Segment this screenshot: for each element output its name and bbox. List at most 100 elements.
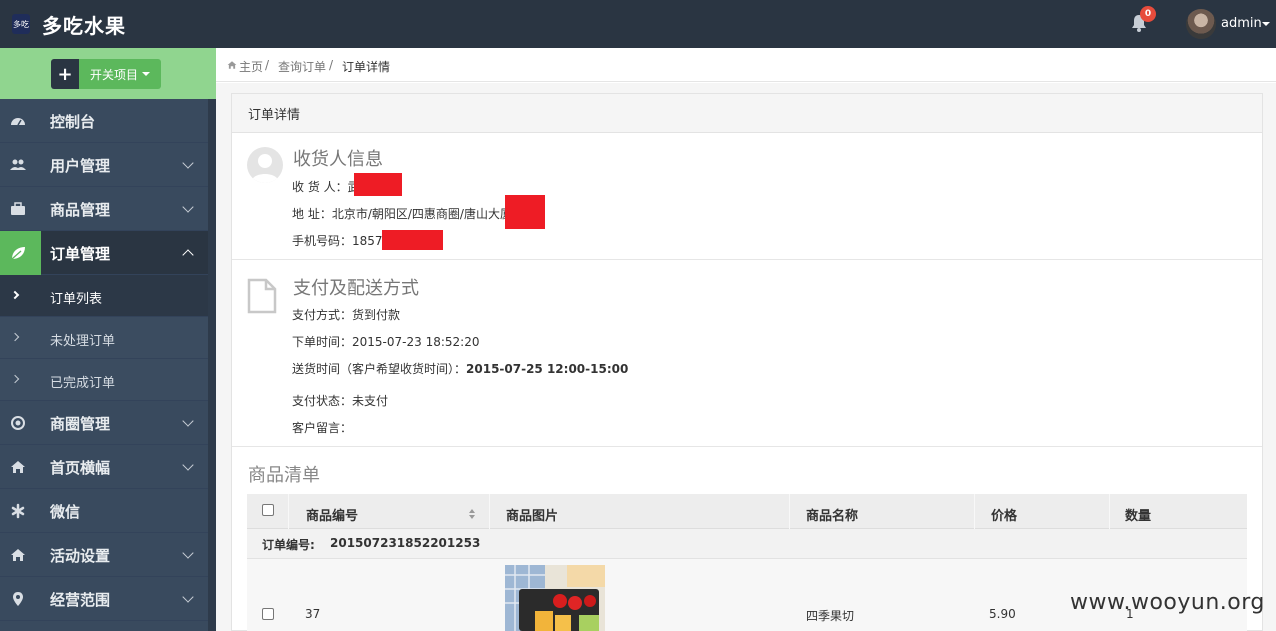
breadcrumb-separator: / [265,58,270,72]
toggle-project-label[interactable]: 开关项目 [79,59,161,89]
chevron-right-icon [10,290,20,300]
column-header-label: 价格 [991,509,1018,524]
asterisk-icon [10,503,26,519]
receiver-section-title: 收货人信息 [293,149,383,170]
sidebar-item-label: 首页横幅 [50,459,111,477]
breadcrumb-home-link[interactable]: 主页 [239,58,263,75]
chevron-down-icon [182,591,194,603]
map-marker-icon [10,591,26,607]
sidebar-item-label: 活动设置 [50,547,111,565]
toggle-project-text: 开关项目 [90,67,139,82]
column-header-label: 商品编号 [306,509,359,524]
brand-title[interactable]: 多吃水果 [42,10,126,39]
sidebar-subitem-label: 订单列表 [50,292,103,307]
sidebar-item-users[interactable]: 用户管理 [0,143,208,187]
chevron-down-icon [182,201,194,213]
receiver-address-value: 北京市/朝阳区/四惠商圈/唐山大厦 [331,207,512,221]
dashboard-icon [10,113,26,129]
chevron-right-icon [10,374,20,384]
chevron-down-icon [182,547,194,559]
chevron-down-icon [182,157,194,169]
product-image [505,565,605,631]
sidebar-subitem-order-list[interactable]: 订单列表 [0,275,208,317]
leaf-icon [10,245,26,261]
product-id-cell: 37 [305,607,321,621]
sidebar-item-orders[interactable]: 订单管理 [0,231,208,275]
sidebar-subitem-completed-orders[interactable]: 已完成订单 [0,359,208,401]
table-header-row [247,494,1247,529]
sidebar-subitem-label: 已完成订单 [50,376,116,391]
chevron-down-icon [182,459,194,471]
sidebar-item-label: 微信 [50,503,81,521]
sidebar-item-products[interactable]: 商品管理 [0,187,208,231]
payment-status-label: 支付状态： [292,394,353,408]
sidebar-subitem-pending-orders[interactable]: 未处理订单 [0,317,208,359]
payment-status-value: 未支付 [352,394,389,408]
avatar[interactable] [1186,9,1216,39]
select-all-checkbox[interactable] [262,504,274,516]
receiver-address-label: 地 址： [292,207,332,221]
payment-section-title: 支付及配送方式 [293,278,419,299]
section-divider [232,446,1262,447]
logo-text: 多吃 [13,19,29,29]
watermark-text: www.wooyun.org [1070,590,1265,615]
delivery-time: 送货时间（客户希望收货时间）：2015-07-25 12:00-15:00 [292,360,628,377]
chevron-down-icon[interactable] [1262,22,1270,26]
column-header-label: 商品图片 [506,509,559,524]
sidebar-header: + 开关项目 [0,48,216,99]
target-icon [10,415,26,431]
sidebar-item-label: 订单管理 [50,245,111,263]
breadcrumb-query-orders-link[interactable]: 查询订单 [278,58,326,75]
sort-icon[interactable] [468,508,476,520]
home-icon [10,547,26,563]
sidebar: + 开关项目 控制台 用户管理 商品管理 订单管理 订单列表 未处理订单 已完成… [0,48,216,631]
sidebar-item-activity-settings[interactable]: 活动设置 [0,533,208,577]
toggle-project-button[interactable]: + 开关项目 [51,59,161,89]
sidebar-item-label: 控制台 [50,113,96,131]
receiver-phone-label: 手机号码： [292,234,353,248]
sidebar-item-business-scope[interactable]: 经营范围 [0,577,208,621]
breadcrumb-current: 订单详情 [342,60,391,74]
order-time: 下单时间：2015-07-23 18:52:20 [292,333,479,350]
receiver-address: 地 址：北京市/朝阳区/四惠商圈/唐山大厦 [292,205,512,222]
chevron-right-icon [10,332,20,342]
plus-icon[interactable]: + [51,59,79,89]
customer-note-label: 客户留言： [292,421,353,435]
sidebar-item-home-banner[interactable]: 首页横幅 [0,445,208,489]
sidebar-scroll-strip [208,99,216,631]
receiver-name: 收 货 人：武 [292,178,360,195]
redaction-block [505,195,545,229]
chevron-down-icon [182,415,194,427]
redaction-block [382,230,443,250]
sidebar-item-dashboard[interactable]: 控制台 [0,99,208,143]
sidebar-item-label: 商品管理 [50,201,111,219]
goods-list-title: 商品清单 [248,465,320,486]
panel-header [231,93,1263,133]
payment-method-label: 支付方式： [292,308,353,322]
home-icon [10,459,26,475]
product-name-cell: 四季果切 [806,609,855,623]
sidebar-item-label: 经营范围 [50,591,111,609]
caret-down-icon [142,72,151,76]
order-time-label: 下单时间： [292,335,353,349]
home-icon[interactable] [227,59,237,69]
brand-logo-icon[interactable]: 多吃 [10,12,32,36]
receiver-phone-value: 1857 [352,234,383,248]
sidebar-item-wechat[interactable]: 微信 [0,489,208,533]
user-menu-label[interactable]: admin [1221,16,1262,31]
sidebar-item-business-district[interactable]: 商圈管理 [0,401,208,445]
order-time-value: 2015-07-23 18:52:20 [352,335,480,349]
column-header-label: 数量 [1125,509,1152,524]
payment-method: 支付方式：货到付款 [292,306,400,323]
payment-status: 支付状态：未支付 [292,392,388,409]
row-checkbox[interactable] [262,608,274,620]
receiver-name-label: 收 货 人： [292,180,348,194]
chevron-up-icon [182,249,194,261]
sidebar-item-label: 商圈管理 [50,415,111,433]
receiver-phone: 手机号码：1857 [292,232,383,249]
delivery-time-value: 2015-07-25 12:00-15:00 [466,362,629,376]
notification-badge[interactable]: 0 [1140,6,1156,22]
order-number-value: 201507231852201253 [330,536,481,550]
redaction-block [354,173,402,196]
breadcrumb-separator: / [329,58,334,72]
